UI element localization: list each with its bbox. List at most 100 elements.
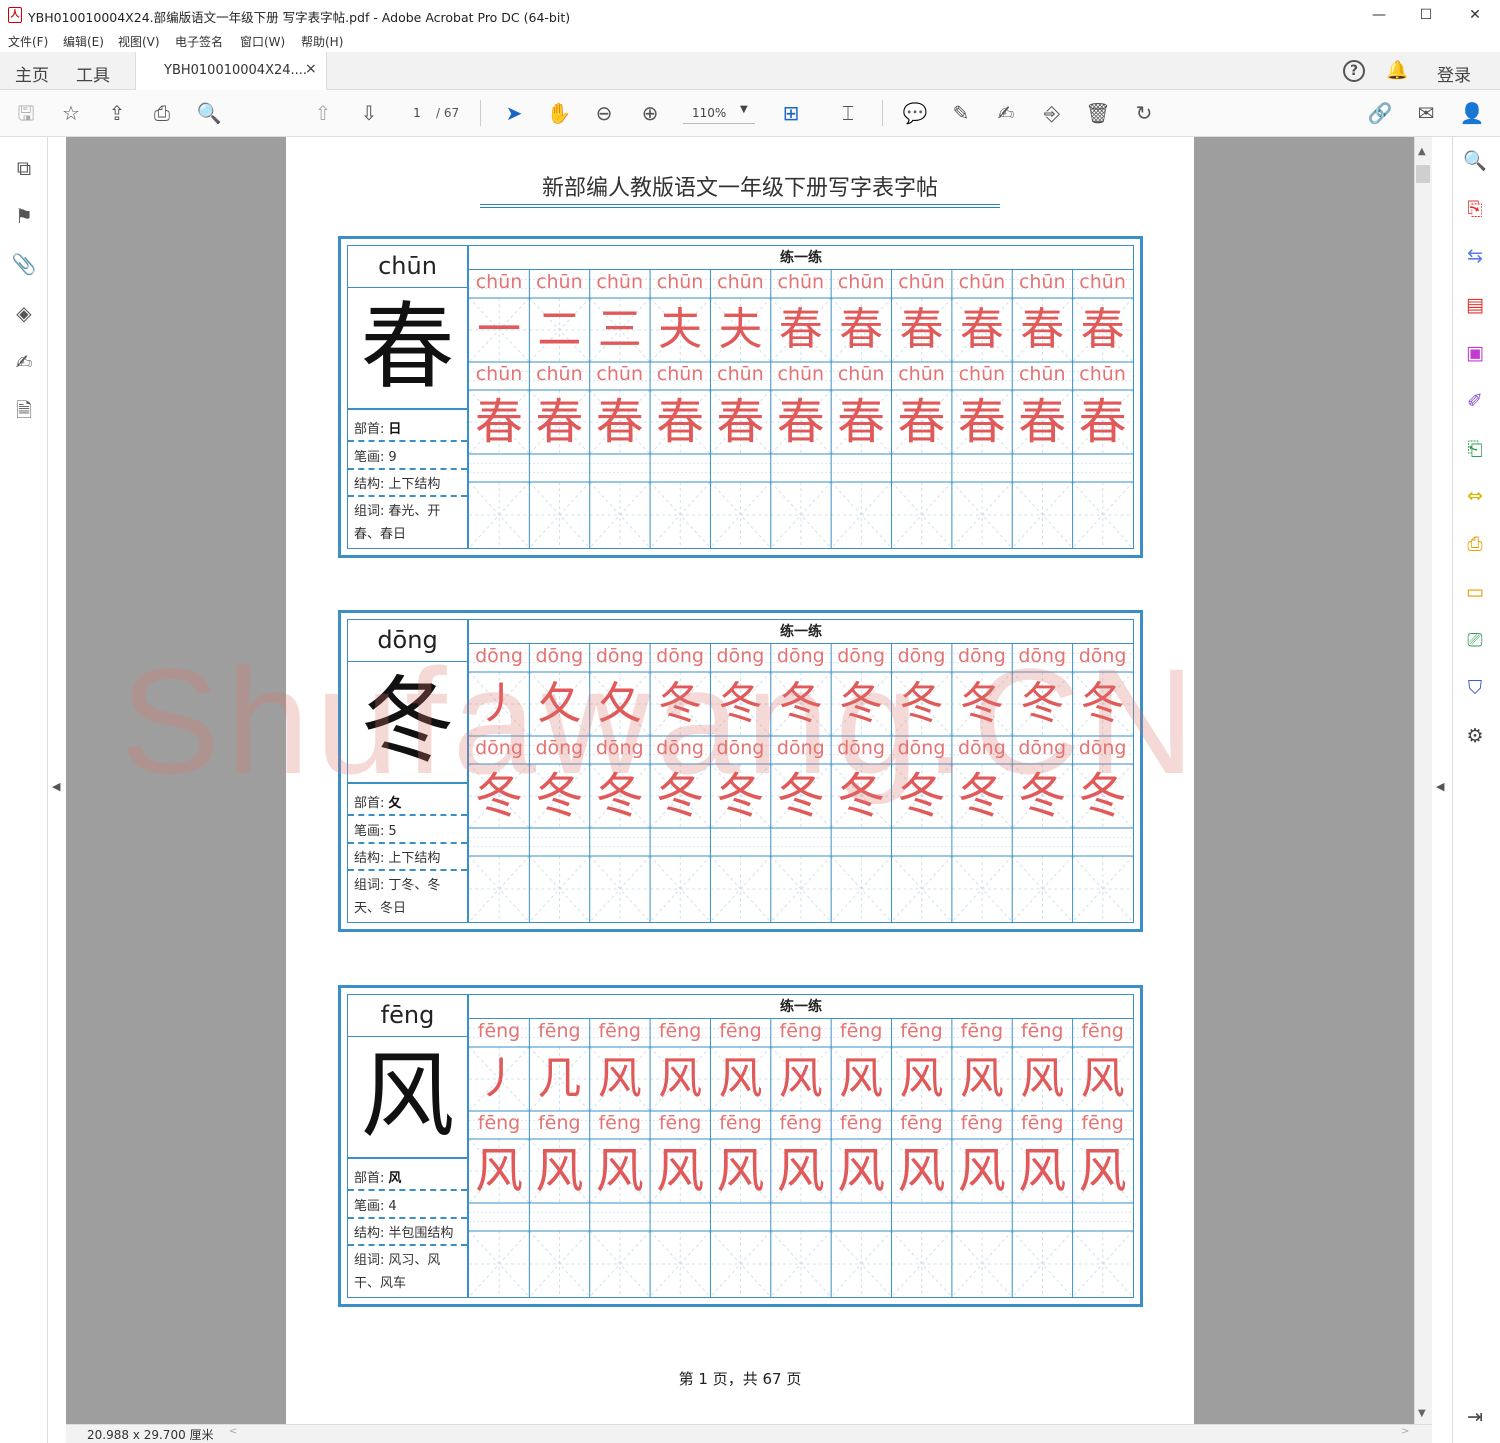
find-icon[interactable]: 🔍	[196, 100, 222, 126]
practice-pinyin: dōng	[776, 737, 825, 759]
select-tool-icon[interactable]: ➤	[501, 100, 527, 126]
save-icon[interactable]: 🖫	[13, 100, 39, 126]
attachments-icon[interactable]: 📎	[11, 251, 37, 277]
share-link-icon[interactable]: 🔗	[1367, 100, 1393, 126]
next-page-icon[interactable]: ⇩	[356, 100, 382, 126]
character-info: fēng 风部首: 风笔画: 4 结构: 半包围结构 组词: 风习、风干、风车	[348, 995, 469, 1297]
notification-bell-icon[interactable]: 🔔	[1386, 60, 1408, 82]
practice-pinyin: chūn	[837, 363, 885, 385]
tracing-character: 风	[595, 1143, 644, 1199]
read-mode-icon[interactable]: ⌶	[835, 100, 861, 126]
tracing-character: 春	[716, 394, 765, 450]
menu-esign[interactable]: 电子签名	[175, 33, 223, 50]
menu-view[interactable]: 视图(V)	[118, 33, 160, 50]
info-row: 结构: 上下结构	[354, 847, 440, 866]
info-divider	[348, 1217, 467, 1219]
practice-pinyin: dōng	[776, 645, 825, 667]
create-pdf-icon[interactable]: ⎘	[1462, 196, 1488, 222]
collapse-right-icon[interactable]: ◀	[1436, 780, 1444, 793]
help-icon[interactable]: ?	[1343, 60, 1365, 82]
stamp-icon[interactable]: ⎆	[1039, 100, 1065, 126]
highlight-icon[interactable]: ✎	[948, 100, 974, 126]
menu-file[interactable]: 文件(F)	[8, 33, 48, 50]
zoom-in-icon[interactable]: ⊕	[637, 100, 663, 126]
print-icon[interactable]: ⎙	[149, 100, 175, 126]
layers-icon[interactable]: ◈	[11, 300, 37, 326]
stroke-order-step: 二	[537, 304, 582, 355]
stroke-order-step: 风	[718, 1053, 763, 1104]
practice-pinyin: fēng	[598, 1112, 641, 1134]
bookmarks-icon[interactable]: ⚑	[11, 203, 37, 229]
stroke-order-step: 风	[658, 1053, 703, 1104]
tab-tools[interactable]: 工具	[76, 61, 110, 86]
compare-files-icon[interactable]: ⇔	[1462, 483, 1488, 509]
more-tools-icon[interactable]: ⚙	[1462, 723, 1488, 749]
info-row: 结构: 上下结构	[354, 473, 440, 492]
menu-help[interactable]: 帮助(H)	[301, 33, 343, 50]
zoom-out-icon[interactable]: ⊖	[591, 100, 617, 126]
comment-tool-icon[interactable]: ▭	[1462, 579, 1488, 605]
export-pdf-icon[interactable]: ⇆	[1462, 243, 1488, 269]
hand-tool-icon[interactable]: ✋	[546, 100, 572, 126]
scrollbar-thumb[interactable]	[1416, 165, 1430, 183]
print-production-icon[interactable]: ⎚	[1462, 627, 1488, 653]
practice-pinyin: fēng	[960, 1112, 1004, 1134]
practice-pinyin: chūn	[656, 363, 704, 385]
practice-pinyin: chūn	[1018, 271, 1066, 293]
page-content-icon[interactable]: 🗎	[11, 397, 37, 423]
scroll-left-icon[interactable]: <	[229, 1426, 237, 1437]
info-row: 部首: 风	[354, 1167, 401, 1186]
protect-icon[interactable]: ⛉	[1462, 675, 1488, 701]
edit-pdf-icon[interactable]: ▤	[1462, 292, 1488, 318]
combine-files-icon[interactable]: ⎙	[1462, 531, 1488, 557]
comment-icon[interactable]: 💬	[902, 100, 928, 126]
collapse-rail-icon[interactable]: ⇥	[1462, 1404, 1488, 1430]
fit-page-icon[interactable]: ⊞	[778, 100, 804, 126]
close-window-button[interactable]: ✕	[1452, 4, 1498, 28]
page-total-label: / 67	[436, 106, 460, 120]
tab-home[interactable]: 主页	[15, 61, 49, 86]
scroll-up-icon[interactable]: ▲	[1418, 146, 1426, 157]
practice-pinyin: dōng	[1018, 737, 1067, 759]
sign-icon[interactable]: ✍	[993, 100, 1019, 126]
vertical-scrollbar[interactable]	[1414, 137, 1432, 1424]
page-thumbnails-icon[interactable]: ⧉	[11, 155, 37, 181]
prepare-form-icon[interactable]: ▣	[1462, 340, 1488, 366]
tracing-character: 冬	[474, 768, 523, 824]
send-for-comments-icon[interactable]: ⎗	[1462, 436, 1488, 462]
email-icon[interactable]: ✉	[1413, 100, 1439, 126]
trash-icon[interactable]: 🗑	[1085, 100, 1111, 126]
menu-window[interactable]: 窗口(W)	[240, 33, 285, 50]
fill-sign-icon[interactable]: ✐	[1462, 388, 1488, 414]
scroll-right-icon[interactable]: >	[1401, 1426, 1409, 1437]
signatures-icon[interactable]: ✍	[11, 349, 37, 375]
cloud-upload-icon[interactable]: ⇪	[104, 100, 130, 126]
character-card: chūn 春部首: 日笔画: 9 结构: 上下结构 组词: 春光、开春、春日 练一练 chūn ch…	[338, 236, 1143, 558]
prev-page-icon[interactable]: ⇧	[310, 100, 336, 126]
collapse-left-icon[interactable]: ◀	[52, 780, 60, 793]
chevron-down-icon[interactable]: ▼	[740, 104, 748, 115]
page-number-input[interactable]	[403, 102, 431, 124]
tab-document-label[interactable]: YBH010010004X24....	[164, 63, 307, 78]
structure-label: 结构:	[354, 477, 385, 492]
tracing-character: 风	[776, 1143, 825, 1199]
bookmark-star-icon[interactable]: ☆	[58, 100, 84, 126]
maximize-button[interactable]: ☐	[1403, 4, 1449, 28]
rotate-icon[interactable]: ↻	[1131, 100, 1157, 126]
scroll-down-icon[interactable]: ▼	[1418, 1408, 1426, 1419]
menu-edit[interactable]: 编辑(E)	[63, 33, 104, 50]
radical-value: 日	[388, 422, 402, 437]
tab-close-icon[interactable]: ×	[305, 61, 317, 77]
stroke-count: 5	[388, 824, 397, 839]
character-info: chūn 春部首: 日笔画: 9 结构: 上下结构 组词: 春光、开春、春日	[348, 246, 469, 548]
login-link[interactable]: 登录	[1437, 61, 1471, 86]
account-icon[interactable]: 👤	[1459, 100, 1485, 126]
tracing-character: 春	[1018, 394, 1067, 450]
practice-pinyin: dōng	[535, 737, 584, 759]
minimize-button[interactable]: —	[1356, 4, 1402, 28]
stroke-order-step: 风	[1080, 1053, 1125, 1104]
radical-label: 部首:	[354, 796, 385, 811]
tracing-character: 春	[837, 394, 886, 450]
search-icon[interactable]: 🔍	[1462, 148, 1488, 174]
tracing-character: 春	[897, 394, 946, 450]
